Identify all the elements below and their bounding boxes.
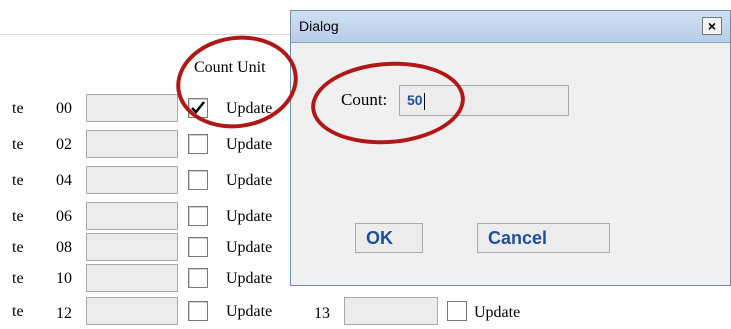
row-number: 12	[56, 305, 72, 322]
update-label: Update	[226, 136, 273, 153]
update-checkbox[interactable]	[188, 134, 208, 154]
row-label-fragment: te	[12, 100, 24, 117]
ok-button[interactable]: OK	[355, 223, 423, 253]
text-caret	[423, 92, 425, 110]
row-label-fragment: te	[12, 136, 24, 153]
row-input[interactable]	[344, 297, 438, 325]
update-checkbox[interactable]	[188, 268, 208, 288]
cancel-button-label: Cancel	[488, 227, 548, 248]
update-label: Update	[226, 270, 273, 287]
form-row: te 12 Update 13 Update	[0, 297, 731, 325]
count-label: Count:	[341, 90, 388, 109]
count-unit-header: Count Unit	[194, 59, 266, 76]
close-icon: ×	[707, 18, 717, 34]
row-input[interactable]	[86, 297, 178, 325]
update-checkbox[interactable]	[188, 206, 208, 226]
count-value: 50	[407, 92, 423, 108]
row-label-fragment: te	[12, 239, 24, 256]
row-number: 08	[56, 239, 72, 256]
row-input[interactable]	[86, 202, 178, 230]
update-checkbox[interactable]	[188, 98, 208, 118]
row-number: 10	[56, 270, 72, 287]
row-input[interactable]	[86, 94, 178, 122]
row-label-fragment: te	[12, 172, 24, 189]
update-checkbox[interactable]	[188, 237, 208, 257]
dialog-title: Dialog	[299, 18, 339, 34]
row-label-fragment: te	[12, 270, 24, 287]
close-button[interactable]: ×	[702, 17, 722, 35]
row-label-fragment: te	[12, 208, 24, 225]
update-label: Update	[226, 303, 273, 320]
row-input[interactable]	[86, 166, 178, 194]
dialog-titlebar[interactable]: Dialog ×	[291, 11, 730, 43]
update-label: Update	[226, 239, 273, 256]
update-checkbox[interactable]	[188, 170, 208, 190]
update-checkbox[interactable]	[188, 301, 208, 321]
row-input[interactable]	[86, 233, 178, 261]
row-number: 04	[56, 172, 72, 189]
update-checkbox[interactable]	[447, 301, 467, 321]
row-number: 00	[56, 100, 72, 117]
update-label: Update	[226, 100, 273, 117]
row-number: 02	[56, 136, 72, 153]
row-label-fragment: te	[12, 303, 24, 320]
checkmark-icon	[191, 101, 205, 114]
ok-button-label: OK	[366, 227, 393, 248]
update-label: Update	[226, 208, 273, 225]
row-input[interactable]	[86, 264, 178, 292]
cancel-button[interactable]: Cancel	[477, 223, 610, 253]
update-label: Update	[474, 304, 521, 321]
row-number: 06	[56, 208, 72, 225]
update-label: Update	[226, 172, 273, 189]
count-input[interactable]: 50	[399, 85, 569, 116]
row-number: 13	[314, 305, 330, 322]
count-dialog: Dialog × Count: 50 OK Cancel	[290, 10, 731, 286]
row-input[interactable]	[86, 130, 178, 158]
